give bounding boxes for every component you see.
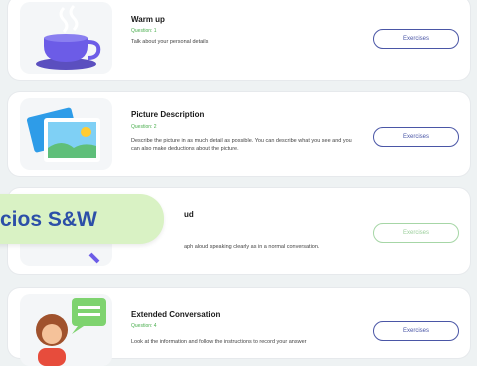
lesson-description: Look at the information and follow the i…	[131, 339, 307, 345]
lesson-question: Question: 4	[131, 323, 157, 329]
exercises-button[interactable]: Exercises	[373, 223, 459, 243]
lesson-question: Question: 2	[131, 124, 157, 130]
lesson-question: Question: 1	[131, 28, 157, 34]
lesson-title: Warm up	[131, 15, 165, 24]
lesson-title: ud	[184, 210, 194, 219]
lesson-card-picture-description: Picture Description Question: 2 Describe…	[8, 92, 470, 176]
lesson-card-extended-conversation: Extended Conversation Question: 4 Look a…	[8, 288, 470, 366]
exercises-button[interactable]: Exercises	[373, 321, 459, 341]
coffee-cup-icon	[20, 2, 112, 74]
lesson-title: Extended Conversation	[131, 310, 221, 319]
lesson-description: Describe the picture in as much detail a…	[131, 138, 352, 152]
lesson-card-warm-up: Warm up Question: 1 Talk about your pers…	[8, 0, 470, 80]
photos-icon	[20, 98, 112, 170]
exercises-button[interactable]: Exercises	[373, 29, 459, 49]
section-badge-label: cios S&W	[0, 208, 97, 231]
exercises-button[interactable]: Exercises	[373, 127, 459, 147]
section-badge: cios S&W	[0, 194, 164, 244]
lesson-title: Picture Description	[131, 110, 205, 119]
lesson-description: aph aloud speaking clearly as in a norma…	[184, 244, 320, 250]
person-chat-icon	[20, 294, 112, 366]
lesson-description: Talk about your personal details	[131, 39, 209, 45]
